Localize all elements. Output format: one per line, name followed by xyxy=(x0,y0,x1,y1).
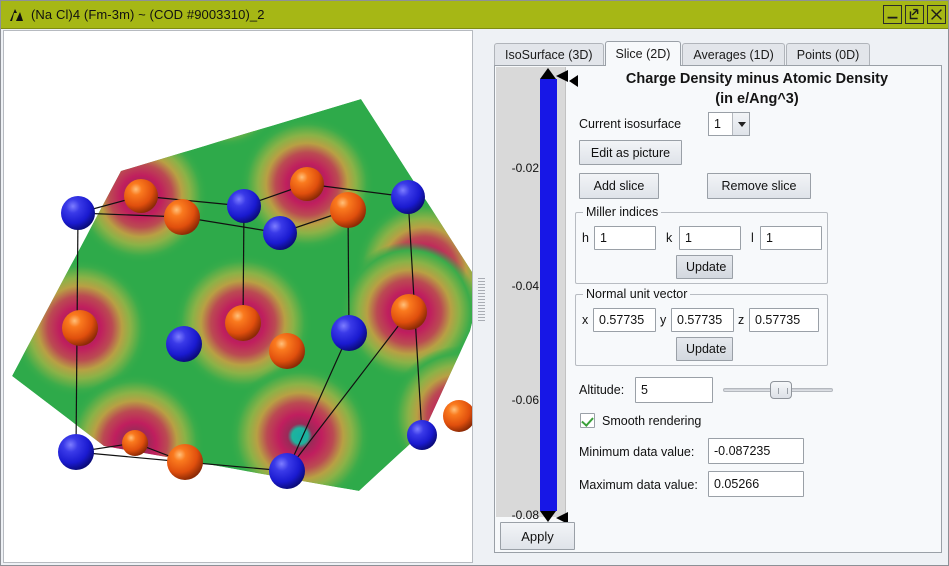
collapse-arrow-icon[interactable] xyxy=(569,75,578,87)
slider-handle-bottom-icon[interactable] xyxy=(540,511,556,522)
app-icon xyxy=(5,4,27,26)
tab-isosurface-3d[interactable]: IsoSurface (3D) xyxy=(494,43,604,66)
slider-handle-top-icon[interactable] xyxy=(540,68,556,79)
chevron-down-icon[interactable] xyxy=(732,113,749,135)
page-title-line1: Charge Density minus Atomic Density xyxy=(625,71,889,87)
normal-z-input[interactable] xyxy=(749,308,819,332)
smooth-rendering-checkbox[interactable] xyxy=(580,413,595,428)
miller-l-label: l xyxy=(751,231,754,245)
miller-indices-group: Miller indices h k l Update xyxy=(575,205,828,284)
maximum-data-value-label: Maximum data value: xyxy=(579,478,698,492)
slice-2d-tab-page: -0.02 -0.04 -0.06 -0.08 Charge Density m… xyxy=(494,65,942,553)
add-slice-button[interactable]: Add slice xyxy=(579,173,659,199)
3d-viewport[interactable] xyxy=(3,30,473,563)
isovalue-slider[interactable]: -0.02 -0.04 -0.06 -0.08 xyxy=(496,67,568,524)
miller-l-input[interactable] xyxy=(760,226,822,250)
slider-tick-3: -0.06 xyxy=(511,393,539,407)
minimize-icon[interactable] xyxy=(883,5,902,24)
window-title: (Na Cl)4 (Fm-3m) ~ (COD #9003310)_2 xyxy=(31,7,265,22)
miller-indices-title: Miller indices xyxy=(583,205,662,219)
current-isosurface-label: Current isosurface xyxy=(579,117,682,131)
miller-k-label: k xyxy=(666,231,673,245)
remove-slice-button[interactable]: Remove slice xyxy=(707,173,811,199)
miller-h-label: h xyxy=(582,231,589,245)
normal-x-label: x xyxy=(582,313,589,327)
normal-x-input[interactable] xyxy=(593,308,656,332)
close-icon[interactable] xyxy=(927,5,946,24)
page-title: Charge Density minus Atomic Density (in … xyxy=(579,69,935,109)
normal-update-button[interactable]: Update xyxy=(676,337,733,361)
normal-z-label: z xyxy=(738,313,745,327)
panel-splitter[interactable] xyxy=(473,30,491,563)
tab-points-0d[interactable]: Points (0D) xyxy=(785,43,871,66)
smooth-rendering-label: Smooth rendering xyxy=(602,414,702,428)
edit-as-picture-button[interactable]: Edit as picture xyxy=(579,140,682,165)
tab-slice-2d[interactable]: Slice (2D) xyxy=(604,41,682,66)
apply-button[interactable]: Apply xyxy=(500,522,575,550)
minimum-data-value-input[interactable] xyxy=(708,438,804,464)
altitude-input[interactable] xyxy=(635,377,713,403)
tab-strip: IsoSurface (3D) Slice (2D) Averages (1D)… xyxy=(494,41,871,66)
tab-averages-1d[interactable]: Averages (1D) xyxy=(682,43,785,66)
title-bar: (Na Cl)4 (Fm-3m) ~ (COD #9003310)_2 xyxy=(1,1,948,29)
maximum-data-value-input[interactable] xyxy=(708,471,804,497)
isosurface-select-value: 1 xyxy=(714,117,721,131)
normal-unit-vector-group: Normal unit vector x y z Update xyxy=(575,287,828,366)
splitter-grip-icon[interactable] xyxy=(478,278,485,324)
miller-k-input[interactable] xyxy=(679,226,741,250)
miller-h-input[interactable] xyxy=(594,226,656,250)
isosurface-select[interactable]: 1 xyxy=(708,112,750,136)
altitude-slider[interactable] xyxy=(723,380,833,400)
altitude-slider-thumb[interactable] xyxy=(770,381,792,399)
minimum-data-value-label: Minimum data value: xyxy=(579,445,695,459)
slider-track[interactable] xyxy=(540,79,557,511)
normal-y-label: y xyxy=(660,313,667,327)
normal-unit-vector-title: Normal unit vector xyxy=(583,287,691,301)
crystal-structure-render[interactable] xyxy=(4,31,472,562)
altitude-label: Altitude: xyxy=(579,383,625,397)
application-window: (Na Cl)4 (Fm-3m) ~ (COD #9003310)_2 IsoS… xyxy=(0,0,949,566)
slider-tick-2: -0.04 xyxy=(511,279,539,293)
normal-y-input[interactable] xyxy=(671,308,734,332)
slider-marker-top-icon[interactable] xyxy=(556,70,568,82)
slider-tick-1: -0.02 xyxy=(511,161,539,175)
control-panel: IsoSurface (3D) Slice (2D) Averages (1D)… xyxy=(490,34,948,563)
slider-tick-4: -0.08 xyxy=(511,508,539,522)
miller-update-button[interactable]: Update xyxy=(676,255,733,279)
window-buttons xyxy=(883,5,946,24)
page-title-line2: (in e/Ang^3) xyxy=(715,91,799,107)
maximize-icon[interactable] xyxy=(905,5,924,24)
